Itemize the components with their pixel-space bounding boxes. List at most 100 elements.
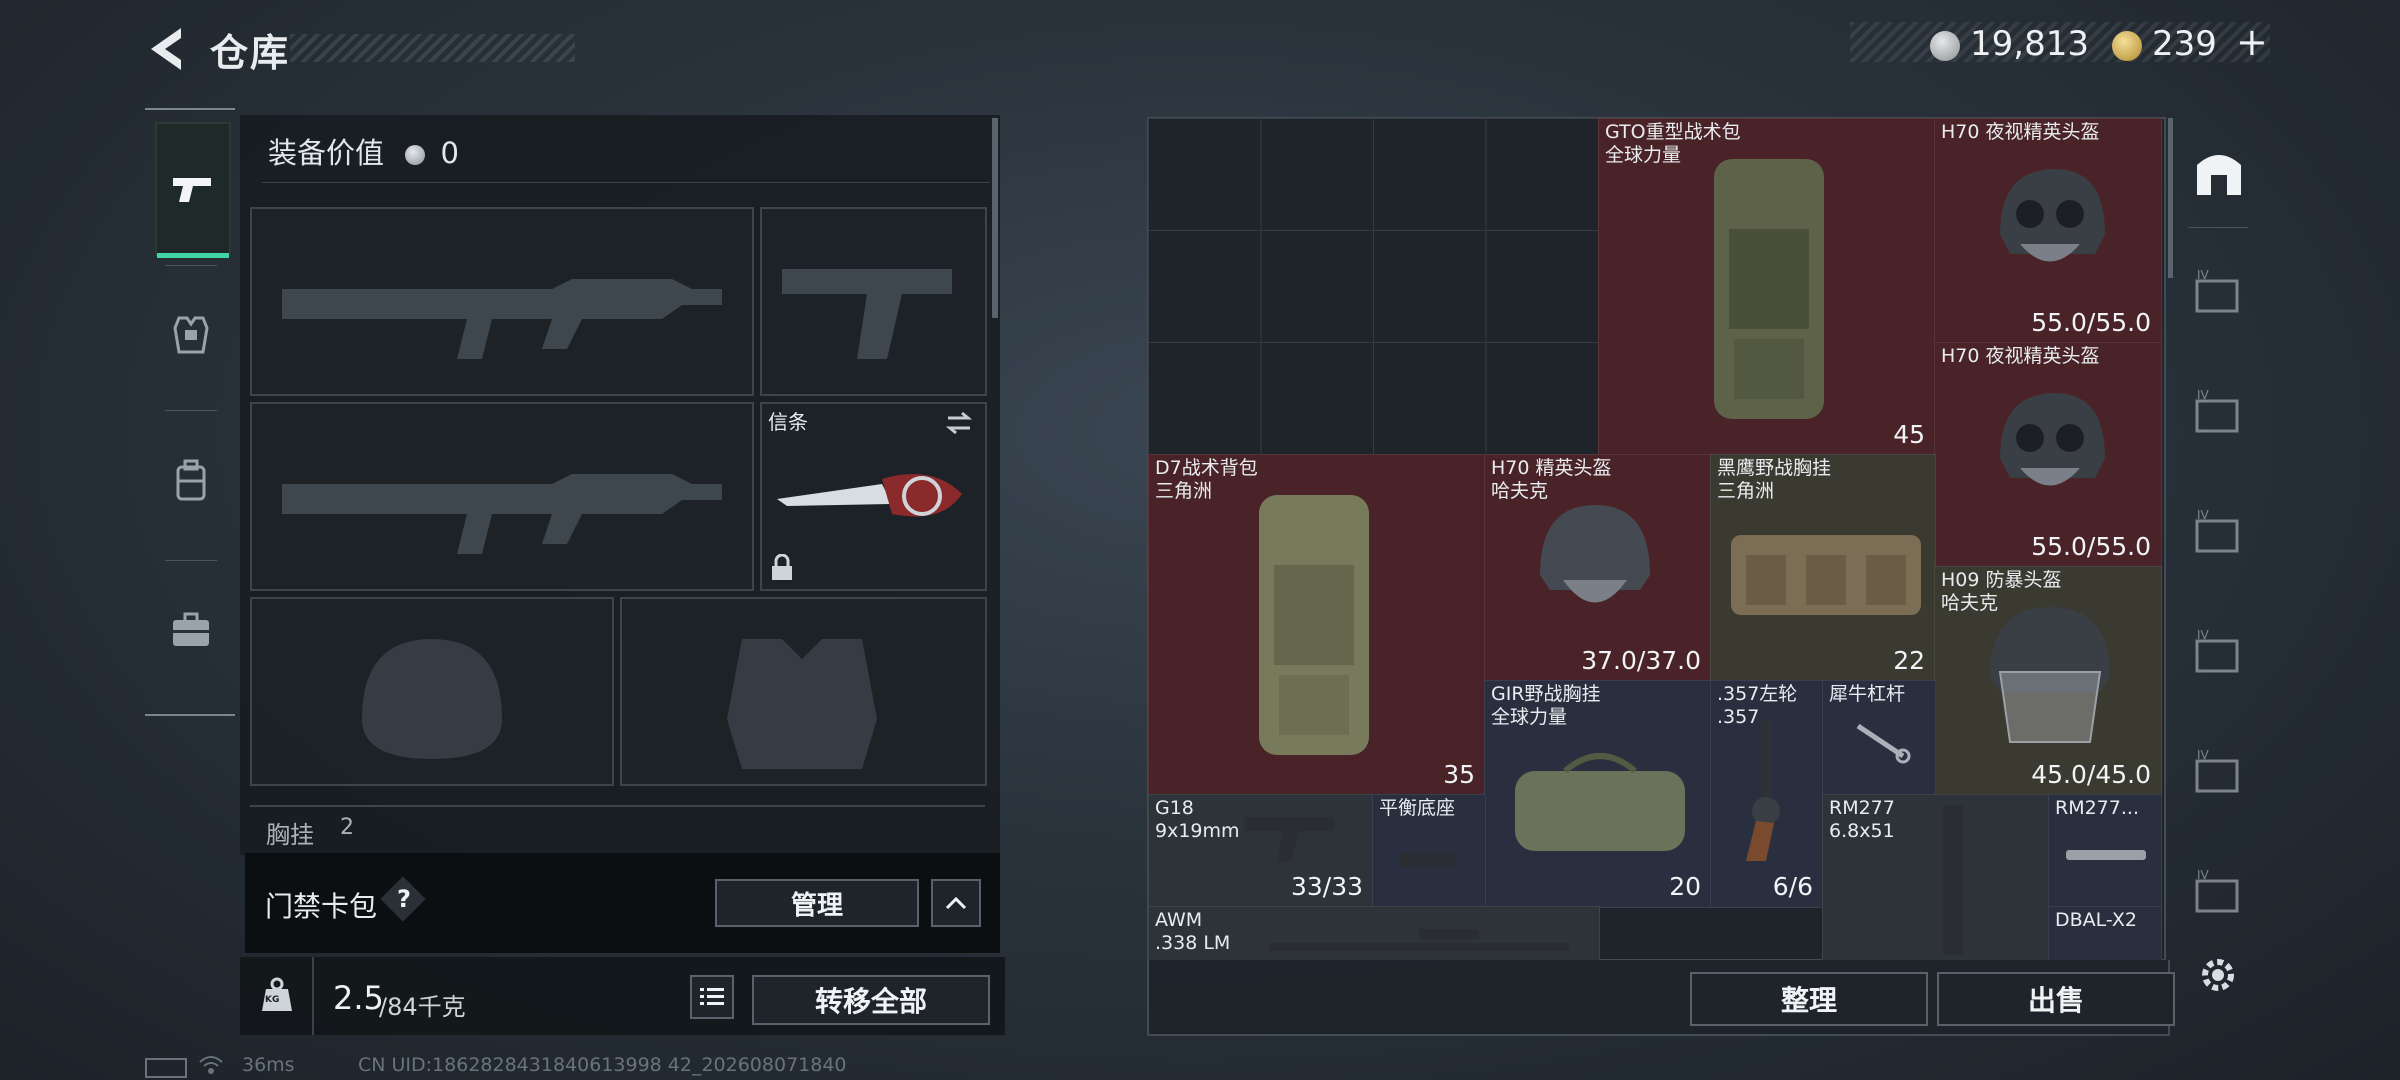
grid-item-blackhawk-rig[interactable]: 黑鹰野战胸挂 三角洲 22 — [1710, 454, 1936, 682]
add-currency-button[interactable]: + — [2236, 20, 2268, 64]
grid-item-h70-nv-helmet-2[interactable]: H70 夜视精英头盔 55.0/55.0 — [1934, 342, 2162, 568]
expansion-case-icon[interactable]: IV — [2193, 387, 2245, 439]
expansion-case-icon[interactable]: IV — [2193, 747, 2245, 799]
silver-coin-icon — [1930, 31, 1960, 61]
chevron-up-icon — [945, 896, 967, 910]
grid-item-rm277-rifle[interactable]: RM277 6.8x51 — [1822, 794, 2050, 962]
grid-item-g18[interactable]: G18 9x19mm 33/33 — [1148, 794, 1374, 908]
melee-slot[interactable]: 信条 — [760, 402, 987, 591]
pistol-slot[interactable] — [760, 207, 987, 396]
battery-icon — [145, 1058, 187, 1078]
primary-weapon-slot[interactable] — [250, 207, 754, 396]
grid-item-h09-helmet[interactable]: H09 防暴头盔 哈夫克 45.0/45.0 — [1934, 566, 2162, 796]
rifle-silhouette-icon — [282, 474, 722, 554]
tab-case[interactable] — [155, 565, 227, 695]
category-tab-bar — [145, 108, 235, 716]
svg-text:IV: IV — [2197, 748, 2210, 762]
ping-text: 36ms — [242, 1054, 295, 1076]
keycard-bar: 门禁卡包 ? 管理 — [245, 853, 1000, 953]
knife-icon — [777, 474, 962, 517]
armor-slot[interactable] — [620, 597, 987, 786]
chest-rig-icon — [1515, 753, 1685, 851]
attachment-icon — [1400, 853, 1456, 867]
tab-weapons[interactable] — [155, 122, 231, 258]
transfer-all-button[interactable]: 转移全部 — [752, 975, 990, 1025]
svg-text:IV: IV — [2197, 268, 2210, 282]
chest-rig-slot-header[interactable]: 胸挂 2 — [250, 805, 985, 847]
revolver-icon — [1746, 721, 1780, 861]
weight-current: 2.5 — [333, 979, 384, 1017]
backpack-icon — [1259, 495, 1369, 755]
rifle-icon — [1943, 805, 1963, 955]
melee-label: 信条 — [768, 410, 808, 434]
grid-item-gto-backpack[interactable]: GTO重型战术包 全球力量 45 — [1598, 118, 1936, 456]
chest-rig-count: 2 — [340, 815, 354, 840]
grid-item-d7-backpack[interactable]: D7战术背包 三角洲 35 — [1148, 454, 1486, 796]
back-arrow-icon[interactable] — [145, 24, 185, 74]
backpack-icon — [176, 459, 206, 501]
secondary-weapon-slot[interactable] — [250, 402, 754, 591]
grid-item-h70-helmet[interactable]: H70 精英头盔 哈夫克 37.0/37.0 — [1484, 454, 1712, 682]
sell-button[interactable]: 出售 — [1937, 972, 2175, 1026]
grid-item-357-revolver[interactable]: .357左轮 .357 6/6 — [1710, 680, 1824, 908]
wifi-icon — [199, 1056, 223, 1074]
chest-rig-label: 胸挂 — [266, 821, 314, 847]
sort-button[interactable]: 整理 — [1690, 972, 1928, 1026]
svg-text:IV: IV — [2197, 868, 2210, 882]
list-icon — [700, 988, 724, 1005]
expansion-case-icon[interactable]: IV — [2193, 507, 2245, 559]
page-title: 仓库 — [210, 31, 291, 75]
grid-item-rm277-part[interactable]: RM277... — [2048, 794, 2162, 908]
list-view-button[interactable] — [690, 975, 734, 1019]
empty-grid-cells[interactable] — [1148, 118, 1598, 454]
gold-coin-count: 239 — [2152, 24, 2217, 64]
tab-armor[interactable] — [155, 270, 227, 400]
uid-text: CN UID:1862828431840613998 42_2026080718… — [358, 1054, 847, 1076]
grid-item-h70-nv-helmet-1[interactable]: H70 夜视精英头盔 55.0/55.0 — [1934, 118, 2162, 344]
pistol-icon — [173, 178, 211, 202]
helmet-silhouette-icon — [362, 639, 502, 759]
svg-text:IV: IV — [2197, 388, 2210, 402]
chest-rig-icon — [1731, 535, 1921, 615]
grid-item-dbal-x2[interactable]: DBAL-X2 — [2048, 906, 2162, 962]
armor-vest-icon — [173, 316, 209, 354]
silver-coin-icon — [405, 145, 426, 165]
loadout-scrollbar[interactable] — [992, 118, 998, 318]
pistol-icon — [1244, 817, 1334, 862]
equip-value-row: 装备价值 0 — [268, 130, 459, 172]
pistol-silhouette-icon — [782, 269, 952, 359]
helmet-icon — [1540, 505, 1650, 603]
silver-coin-count: 19,813 — [1970, 24, 2089, 64]
expansion-case-icon[interactable]: IV — [2193, 627, 2245, 679]
expansion-case-icon[interactable]: IV — [2193, 867, 2245, 919]
helmet-icon — [2000, 393, 2105, 486]
briefcase-icon — [173, 612, 209, 646]
grid-scrollbar[interactable] — [2168, 118, 2173, 278]
weight-capacity: /84千克 — [379, 993, 466, 1021]
swap-icon[interactable] — [944, 410, 974, 436]
rifle-silhouette-icon — [282, 279, 722, 359]
grid-item-awm[interactable]: AWM .338 LM — [1148, 906, 1600, 962]
lock-icon — [772, 554, 792, 580]
vest-silhouette-icon — [727, 639, 877, 769]
helmet-slot[interactable] — [250, 597, 614, 786]
grid-item-gir-rig[interactable]: GIR野战胸挂 全球力量 20 — [1484, 680, 1712, 908]
stash-home-icon[interactable] — [2193, 147, 2245, 199]
storage-tab-bar: IV IV IV IV IV IV — [2178, 117, 2252, 937]
grid-item-rhino-lever[interactable]: 犀牛杠杆 — [1822, 680, 1936, 796]
help-icon[interactable]: ? — [397, 885, 411, 913]
collapse-button[interactable] — [931, 879, 981, 927]
keycard-label: 门禁卡包 — [265, 890, 378, 923]
equip-value-amount: 0 — [440, 136, 459, 170]
svg-text:IV: IV — [2197, 508, 2210, 522]
helmet-icon — [2000, 169, 2105, 262]
equip-value-label: 装备价值 — [268, 136, 385, 170]
sniper-rifle-icon — [1269, 929, 1569, 951]
gear-icon[interactable] — [2196, 953, 2240, 997]
manage-button[interactable]: 管理 — [715, 879, 919, 927]
title-decoration — [290, 34, 575, 62]
grid-item-balance-base[interactable]: 平衡底座 — [1372, 794, 1486, 908]
expansion-case-icon[interactable]: IV — [2193, 267, 2245, 319]
gold-coin-icon — [2112, 31, 2142, 61]
tab-backpack[interactable] — [155, 415, 227, 545]
